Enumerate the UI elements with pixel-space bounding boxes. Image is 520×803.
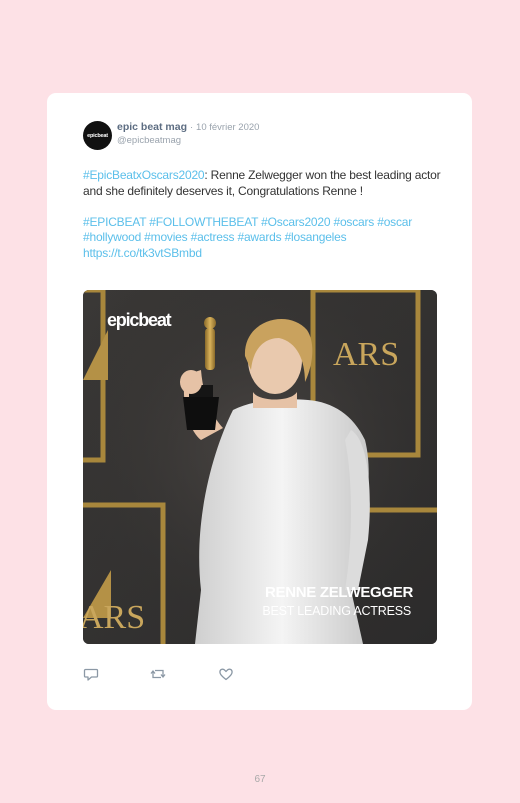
tweet-meta: epic beat mag · 10 février 2020 @epicbea… <box>117 121 259 147</box>
retweet-icon[interactable] <box>150 666 166 682</box>
author-handle[interactable]: @epicbeatmag <box>117 134 259 147</box>
tweet-link[interactable]: https://t.co/tk3vtSBmbd <box>83 246 202 260</box>
page-number: 67 <box>254 774 266 785</box>
statuette-base <box>183 397 219 430</box>
statuette-body <box>205 328 215 370</box>
like-icon[interactable] <box>218 666 234 682</box>
meta-separator: · <box>189 121 194 133</box>
tweet-date[interactable]: 10 février 2020 <box>196 122 259 133</box>
backdrop-text-bottom: ARS <box>83 599 145 636</box>
tweet-paragraph-tags: #EPICBEAT #FOLLOWTHEBEAT #Oscars2020 #os… <box>83 215 443 262</box>
caption-title: BEST LEADING ACTRESS <box>262 604 411 618</box>
tweet-card: epicbeat epic beat mag · 10 février 2020… <box>47 93 472 710</box>
hand <box>180 370 202 394</box>
hashtags[interactable]: #EPICBEAT #FOLLOWTHEBEAT #Oscars2020 #os… <box>83 215 412 245</box>
avatar-logo-text: epicbeat <box>87 132 108 139</box>
tweet-header: epicbeat epic beat mag · 10 février 2020… <box>83 121 259 150</box>
avatar[interactable]: epicbeat <box>83 121 112 150</box>
reply-icon[interactable] <box>83 666 99 682</box>
backdrop-text-top: ARS <box>333 336 399 373</box>
caption-name: RENNE ZELWEGGER <box>264 584 413 601</box>
tweet-paragraph-main: #EpicBeatxOscars2020: Renne Zelwegger wo… <box>83 168 443 199</box>
hashtag-lead[interactable]: #EpicBeatxOscars2020 <box>83 168 205 182</box>
tweet-text: #EpicBeatxOscars2020: Renne Zelwegger wo… <box>83 168 443 261</box>
author-name[interactable]: epic beat mag <box>117 121 187 133</box>
statuette-head <box>204 317 216 329</box>
tweet-photo[interactable]: ARS ARS epicbeat RENNE ZELWEGGER BEST LE… <box>83 290 437 644</box>
name-line: epic beat mag · 10 février 2020 <box>117 121 259 134</box>
media-logo: epicbeat <box>107 310 172 330</box>
